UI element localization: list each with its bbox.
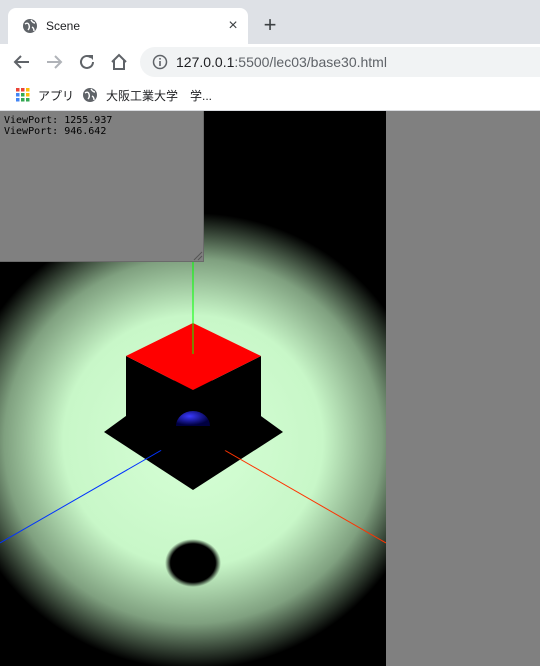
reload-icon[interactable]: [76, 51, 98, 73]
url-path: :5500/lec03/base30.html: [234, 54, 387, 70]
scene-canvas[interactable]: ViewPort: 1255.937 ViewPort: 946.642: [0, 111, 386, 666]
resize-grip-icon[interactable]: [191, 249, 203, 261]
tab-strip: Scene × +: [0, 0, 540, 44]
apps-grid-icon: [16, 88, 30, 102]
bookmark-oit-label: 大阪工業大学 学...: [106, 89, 213, 103]
forward-arrow-icon[interactable]: [43, 51, 65, 73]
tab-title: Scene: [46, 19, 81, 33]
sphere-shadow: [165, 539, 221, 587]
url-host: 127.0.0.1: [176, 54, 235, 70]
new-tab-button[interactable]: +: [260, 14, 280, 36]
tab-scene[interactable]: Scene ×: [8, 8, 248, 44]
address-bar[interactable]: 127.0.0.1:5500/lec03/base30.html: [140, 47, 540, 77]
viewport-line-1: ViewPort: 1255.937: [4, 115, 113, 126]
globe-icon: [83, 88, 97, 102]
browser-toolbar: 127.0.0.1:5500/lec03/base30.html: [0, 44, 540, 80]
back-arrow-icon[interactable]: [11, 51, 33, 73]
viewport-inset[interactable]: ViewPort: 1255.937 ViewPort: 946.642: [0, 111, 204, 262]
bookmarks-bar: アプリ 大阪工業大学 学...: [0, 80, 540, 111]
bookmark-apps[interactable]: アプリ: [14, 85, 74, 105]
close-tab-icon[interactable]: ×: [224, 17, 242, 35]
bookmark-apps-label: アプリ: [38, 89, 75, 103]
globe-icon: [23, 19, 37, 33]
bookmark-oit[interactable]: 大阪工業大学 学...: [82, 85, 222, 105]
info-icon[interactable]: [152, 54, 168, 70]
home-icon[interactable]: [108, 51, 130, 73]
viewport-line-2: ViewPort: 946.642: [4, 126, 107, 137]
url-text: 127.0.0.1:5500/lec03/base30.html: [176, 54, 387, 70]
